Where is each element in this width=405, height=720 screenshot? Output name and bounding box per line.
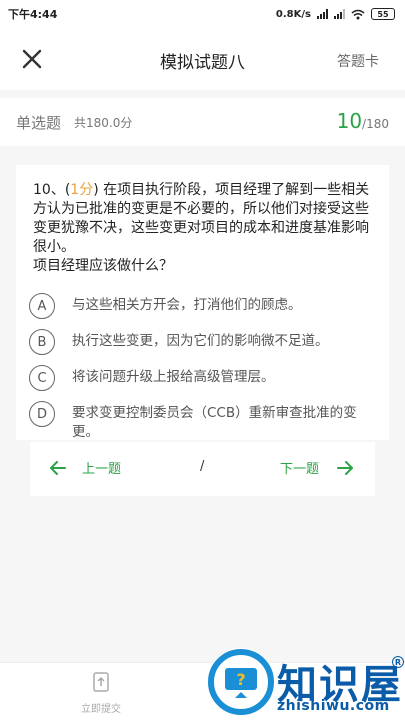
watermark-circle: ?: [207, 648, 275, 716]
answer-card-button[interactable]: 答题卡: [337, 51, 379, 71]
battery-icon: 55: [371, 8, 395, 20]
option-text: 将该问题升级上报给高级管理层。: [72, 369, 275, 385]
status-indicators: 0.8K/s 55: [276, 8, 395, 20]
wifi-icon: [351, 9, 365, 19]
status-time: 下午4:44: [8, 8, 58, 21]
question-number: 10、(: [33, 182, 71, 198]
signal-icon-secondary: [334, 9, 345, 19]
prev-question-button[interactable]: 上一题: [50, 458, 121, 477]
option-text: 执行这些变更，因为它们的影响微不足道。: [72, 333, 329, 349]
question-prompt: 项目经理应该做什么？: [33, 258, 173, 274]
section-score: 共180.0分: [74, 116, 133, 130]
submit-button[interactable]: 立即提交: [73, 671, 129, 715]
question-card: 10、(1分) 在项目执行阶段，项目经理了解到一些相关方认为已批准的变更是不必要…: [16, 165, 389, 440]
question-text: 10、(1分) 在项目执行阶段，项目经理了解到一些相关方认为已批准的变更是不必要…: [33, 181, 378, 276]
network-speed: 0.8K/s: [275, 8, 311, 20]
prev-question-label: 上一题: [82, 462, 122, 477]
option-a[interactable]: A 与这些相关方开会，打消他们的顾虑。: [29, 293, 379, 319]
option-letter: A: [29, 293, 55, 319]
current-question-number: 10: [336, 109, 363, 133]
nav-separator: /: [200, 459, 205, 474]
arrow-left-icon: [50, 460, 66, 475]
registered-mark: R: [392, 656, 404, 668]
svg-text:?: ?: [236, 670, 245, 689]
question-points: 1分: [70, 182, 94, 198]
section-bar: 单选题 共180.0分 10/180: [0, 98, 405, 146]
watermark-logo: ? 知识屋 R zhishiwu.com: [205, 636, 405, 720]
options-list: A 与这些相关方开会，打消他们的顾虑。 B 执行这些变更，因为它们的影响微不足道…: [29, 293, 379, 452]
option-c[interactable]: C 将该问题升级上报给高级管理层。: [29, 365, 379, 391]
option-text: 与这些相关方开会，打消他们的顾虑。: [72, 297, 302, 313]
option-letter: B: [29, 329, 55, 355]
submit-label: 立即提交: [81, 704, 121, 715]
next-question-button[interactable]: 下一题: [280, 458, 353, 477]
status-bar: 下午4:44 0.8K/s 55: [0, 0, 405, 28]
question-progress: 10/180: [337, 109, 389, 133]
arrow-right-icon: [337, 460, 353, 475]
option-text: 要求变更控制委员会（CCB）重新审查批准的变更。: [72, 405, 357, 440]
watermark-url: zhishiwu.com: [277, 698, 390, 714]
signal-icon: [317, 9, 328, 19]
header: 模拟试题八 答题卡: [0, 28, 405, 90]
option-letter: D: [29, 401, 55, 427]
option-d[interactable]: D 要求变更控制委员会（CCB）重新审查批准的变更。: [29, 401, 379, 442]
total-questions: /180: [362, 117, 389, 131]
option-letter: C: [29, 365, 55, 391]
next-question-label: 下一题: [279, 462, 319, 477]
question-mark-icon: ?: [208, 649, 274, 715]
submit-icon: [93, 672, 109, 692]
question-navigation: 上一题 / 下一题: [30, 442, 375, 496]
question-type-label: 单选题: [16, 114, 62, 132]
option-b[interactable]: B 执行这些变更，因为它们的影响微不足道。: [29, 329, 379, 355]
